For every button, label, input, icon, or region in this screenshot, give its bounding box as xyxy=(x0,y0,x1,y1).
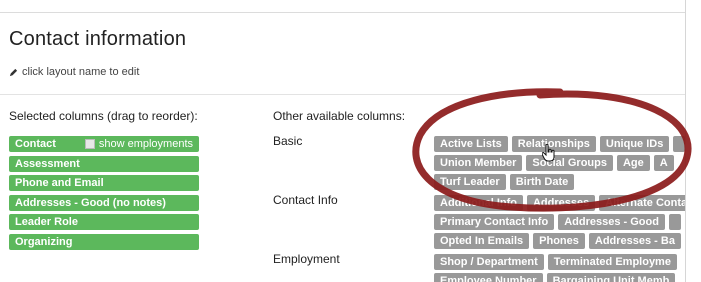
section-divider xyxy=(0,94,685,95)
group-label-employment: Employment xyxy=(273,252,340,266)
chip-row: Opted In Emails Phones Addresses - Ba xyxy=(434,233,685,249)
selected-column-label: Assessment xyxy=(15,157,80,170)
page-title: Contact information xyxy=(9,28,187,50)
chip-row: Active Lists Relationships Unique IDs xyxy=(434,136,685,152)
selected-columns-list: Contact show employments Assessment Phon… xyxy=(9,136,199,254)
column-chip[interactable]: Addresses - Good xyxy=(558,214,665,230)
chip-row: Primary Contact Info Addresses - Good xyxy=(434,214,685,230)
column-chip[interactable]: Social Groups xyxy=(526,155,613,171)
column-chip[interactable]: Birth Date xyxy=(509,174,575,190)
column-chip[interactable]: Phones xyxy=(533,233,585,249)
selected-column-label: Contact xyxy=(15,138,56,150)
chip-row: Shop / Department Terminated Employme xyxy=(434,254,685,270)
edit-hint-text: click layout name to edit xyxy=(22,66,140,78)
panel-edge xyxy=(685,0,686,282)
contact-information-panel: Contact information click layout name to… xyxy=(0,0,685,282)
column-chip[interactable]: Shop / Department xyxy=(434,254,544,270)
selected-column-phone-email[interactable]: Phone and Email xyxy=(9,175,199,192)
show-employments-option[interactable]: show employments xyxy=(84,136,193,152)
column-chip[interactable]: Turf Leader xyxy=(434,174,506,190)
group-label-basic: Basic xyxy=(273,134,303,148)
selected-column-label: Addresses - Good (no notes) xyxy=(15,196,166,209)
column-chip[interactable]: Addresses xyxy=(526,195,596,211)
basic-column-chips: Active Lists Relationships Unique IDs Un… xyxy=(434,136,685,193)
selected-column-assessment[interactable]: Assessment xyxy=(9,155,199,172)
pencil-icon xyxy=(9,68,18,76)
selected-column-addresses-good[interactable]: Addresses - Good (no notes) xyxy=(9,194,199,211)
selected-column-label: Leader Role xyxy=(15,216,78,229)
column-chip[interactable] xyxy=(668,214,681,230)
employment-column-chips: Shop / Department Terminated Employme Em… xyxy=(434,254,685,282)
column-chip[interactable]: Employee Number xyxy=(434,273,543,282)
show-employments-label: show employments xyxy=(98,138,193,150)
column-chip[interactable]: Primary Contact Info xyxy=(434,214,555,230)
selected-column-leader-role[interactable]: Leader Role xyxy=(9,214,199,231)
selected-column-label: Organizing xyxy=(15,235,73,248)
column-chip[interactable]: Terminated Employme xyxy=(547,254,677,270)
column-chip[interactable]: Addresses - Ba xyxy=(588,233,681,249)
column-chip[interactable]: Union Member xyxy=(434,155,523,171)
other-columns-heading: Other available columns: xyxy=(273,109,406,123)
hand-cursor-icon xyxy=(542,144,555,162)
column-chip[interactable]: Opted In Emails xyxy=(434,233,530,249)
group-label-contact-info: Contact Info xyxy=(273,193,338,207)
column-chip[interactable]: A xyxy=(653,155,674,171)
top-divider xyxy=(0,12,685,13)
chip-row: Turf Leader Birth Date xyxy=(434,174,685,190)
column-chip[interactable]: Additional Info xyxy=(434,195,523,211)
column-chip[interactable]: Active Lists xyxy=(434,136,508,152)
column-chip[interactable] xyxy=(673,136,685,152)
selected-column-label: Phone and Email xyxy=(15,177,104,190)
checkbox-icon[interactable] xyxy=(84,139,95,149)
selected-column-organizing[interactable]: Organizing xyxy=(9,233,199,250)
selected-columns-heading: Selected columns (drag to reorder): xyxy=(9,109,198,123)
contact-info-column-chips: Additional Info Addresses Alternate Cont… xyxy=(434,195,685,252)
chip-row: Additional Info Addresses Alternate Cont… xyxy=(434,195,685,211)
column-chip[interactable]: Bargaining Unit Memb xyxy=(546,273,676,282)
column-chip[interactable]: Age xyxy=(616,155,650,171)
column-chip[interactable]: Unique IDs xyxy=(599,136,670,152)
column-chip[interactable]: Alternate Contact xyxy=(599,195,685,211)
selected-column-contact[interactable]: Contact show employments xyxy=(9,136,199,152)
chip-row: Union Member Social Groups Age A xyxy=(434,155,685,171)
chip-row: Employee Number Bargaining Unit Memb xyxy=(434,273,685,282)
edit-hint: click layout name to edit xyxy=(9,66,139,78)
